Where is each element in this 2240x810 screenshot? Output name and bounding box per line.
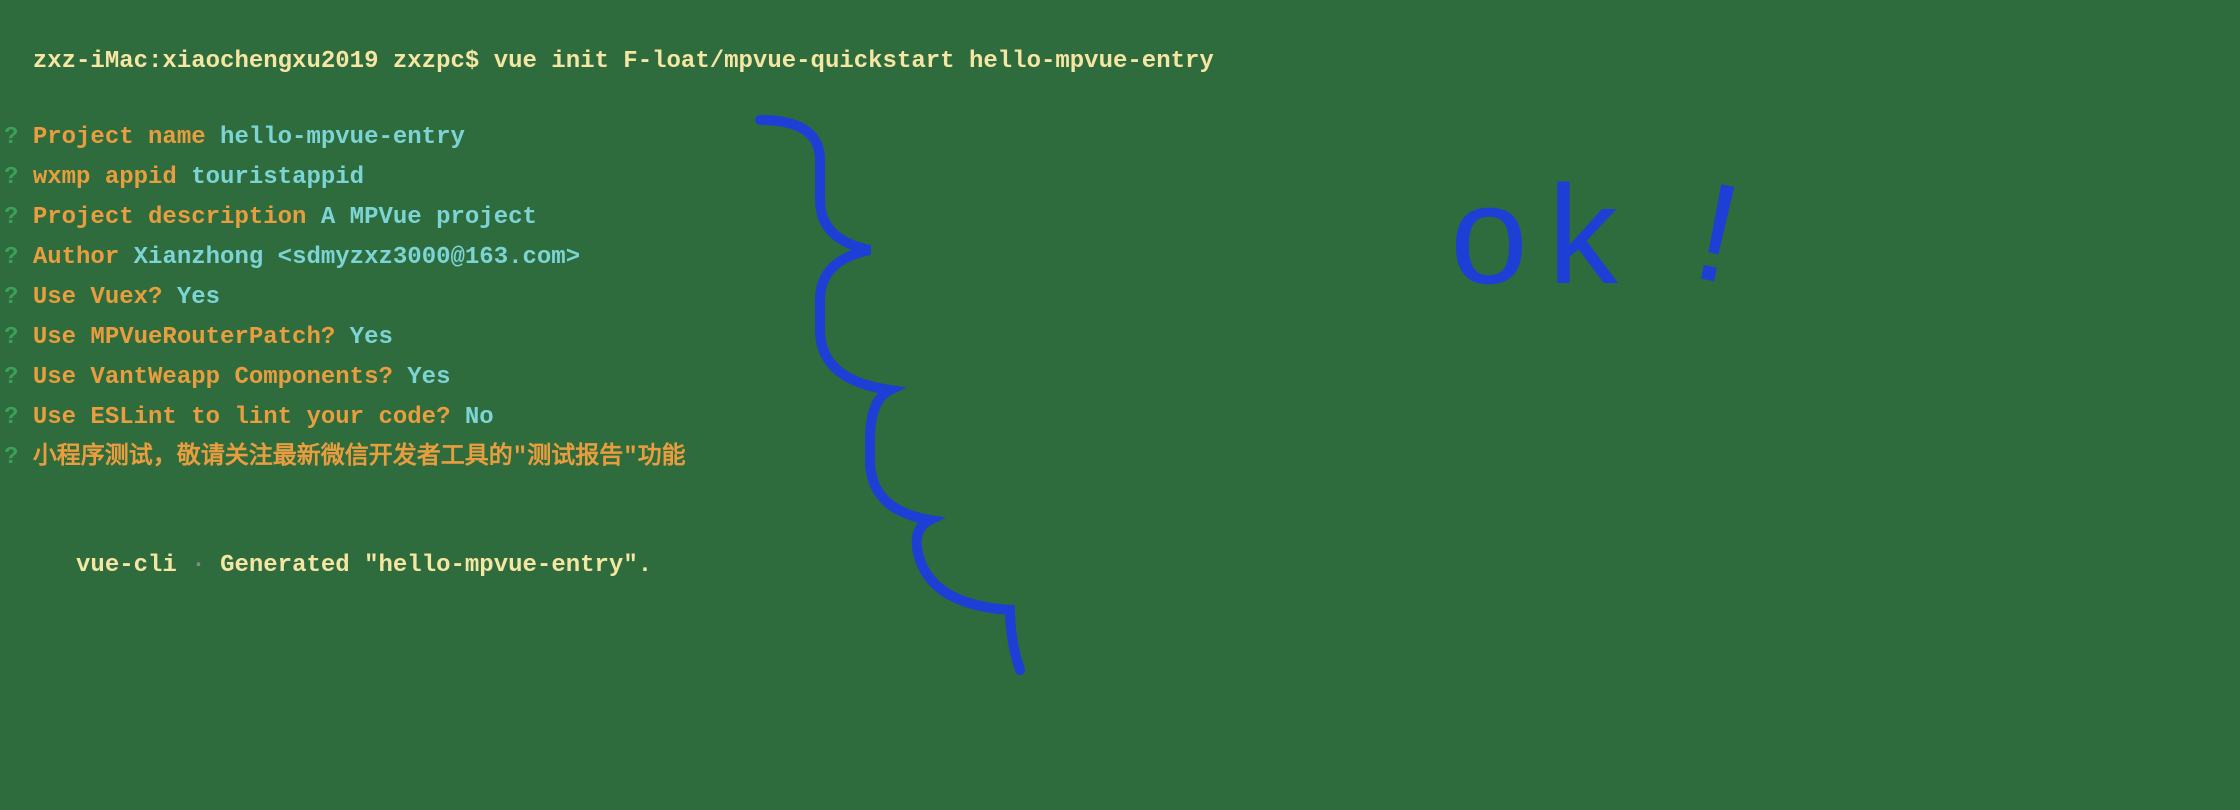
- answer-value: hello-mpvue-entry: [220, 124, 465, 151]
- question-label: Project description: [33, 204, 307, 231]
- question-label: Project name: [33, 124, 206, 151]
- qa-line: ? Use MPVueRouterPatch? Yes: [4, 320, 2236, 356]
- terminal-prompt-line: zxz-iMac:xiaochengxu2019 zxzpc$ vue init…: [4, 8, 2236, 80]
- question-label: Use ESLint to lint your code?: [33, 404, 451, 431]
- question-mark: ?: [4, 364, 33, 391]
- footer-line: vue-cli · Generated "hello-mpvue-entry".: [4, 512, 2236, 584]
- question-mark: ?: [4, 124, 33, 151]
- question-mark: ?: [4, 444, 33, 471]
- footer-bullet: ·: [177, 552, 220, 579]
- answer-value: A MPVue project: [321, 204, 537, 231]
- answer-value: Yes: [350, 324, 393, 351]
- qa-line: ? wxmp appid touristappid: [4, 160, 2236, 196]
- shell-prompt: zxz-iMac:xiaochengxu2019 zxzpc$: [33, 48, 494, 75]
- footer-message: Generated "hello-mpvue-entry".: [220, 552, 652, 579]
- answer-value: Yes: [177, 284, 220, 311]
- blank-line: [4, 80, 2236, 116]
- command-text: vue init F-loat/mpvue-quickstart hello-m…: [494, 48, 1214, 75]
- answer-value: Yes: [407, 364, 450, 391]
- qa-line: ? Author Xianzhong <sdmyzxz3000@163.com>: [4, 240, 2236, 276]
- question-mark: ?: [4, 204, 33, 231]
- ok-word: ok: [1450, 156, 1638, 313]
- question-mark: ?: [4, 244, 33, 271]
- qa-line: ? 小程序测试，敬请关注最新微信开发者工具的"测试报告"功能: [4, 440, 2236, 476]
- question-label: Use Vuex?: [33, 284, 163, 311]
- answer-value: touristappid: [191, 164, 364, 191]
- question-mark: ?: [4, 404, 33, 431]
- qa-line: ? Use Vuex? Yes: [4, 280, 2236, 316]
- annotation-ok-text: ok!: [1450, 130, 1757, 340]
- question-label: 小程序测试，敬请关注最新微信开发者工具的"测试报告"功能: [33, 444, 686, 471]
- footer-prefix: vue-cli: [33, 552, 177, 579]
- answer-value: No: [465, 404, 494, 431]
- questions-list: ? Project name hello-mpvue-entry? wxmp a…: [4, 120, 2236, 476]
- qa-line: ? Use ESLint to lint your code? No: [4, 400, 2236, 436]
- question-label: Author: [33, 244, 119, 271]
- question-label: wxmp appid: [33, 164, 177, 191]
- qa-line: ? Project description A MPVue project: [4, 200, 2236, 236]
- question-mark: ?: [4, 324, 33, 351]
- question-mark: ?: [4, 284, 33, 311]
- question-label: Use VantWeapp Components?: [33, 364, 393, 391]
- question-label: Use MPVueRouterPatch?: [33, 324, 335, 351]
- answer-value: Xianzhong <sdmyzxz3000@163.com>: [134, 244, 580, 271]
- qa-line: ? Project name hello-mpvue-entry: [4, 120, 2236, 156]
- qa-line: ? Use VantWeapp Components? Yes: [4, 360, 2236, 396]
- question-mark: ?: [4, 164, 33, 191]
